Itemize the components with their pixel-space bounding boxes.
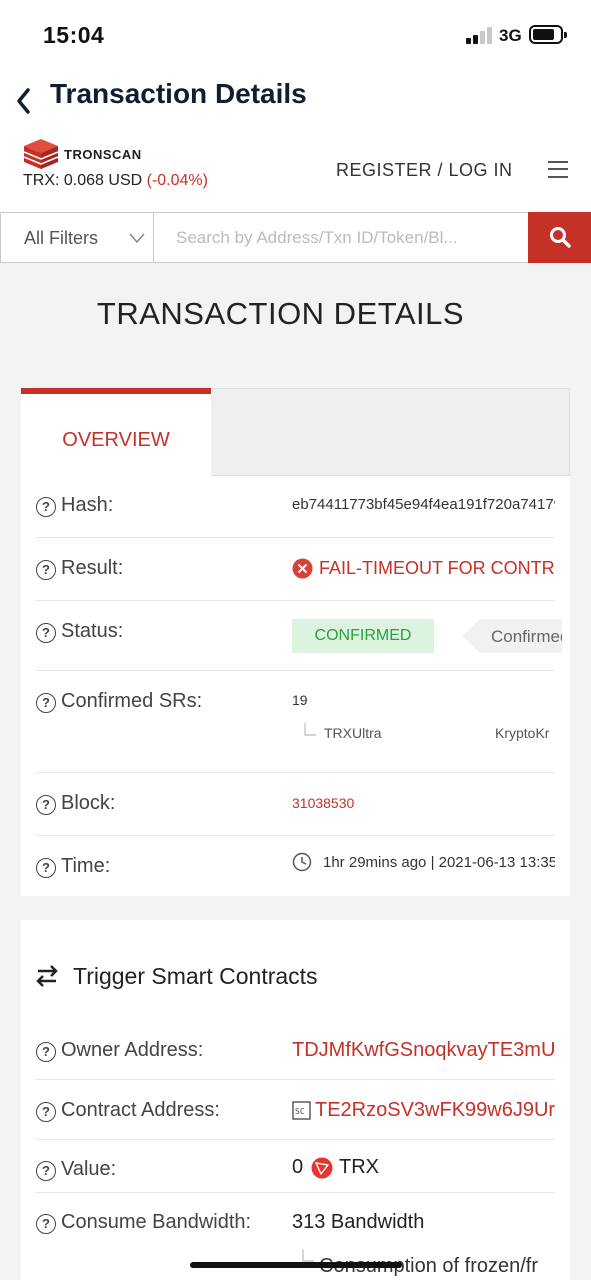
time-value: 1hr 29mins ago | 2021-06-13 13:35 <box>323 854 555 871</box>
confirmed-srs-row: ? Confirmed SRs: 19 TRXUltra KryptoKr <box>36 671 555 773</box>
price-value: 0.068 USD <box>63 172 143 189</box>
sr-name[interactable]: KryptoKr <box>495 725 555 741</box>
filter-dropdown[interactable]: All Filters <box>0 212 154 263</box>
trx-token-icon <box>311 1157 333 1179</box>
hash-label: Hash: <box>61 494 114 516</box>
block-link[interactable]: 31038530 <box>292 795 354 811</box>
tree-branch-icon <box>302 1249 314 1262</box>
hamburger-menu-icon[interactable] <box>548 161 568 178</box>
hash-row: ? Hash: eb74411773bf45e94f4ea191f720a741… <box>36 476 555 538</box>
search-placeholder: Search by Address/Txn ID/Token/Bl... <box>176 228 458 247</box>
filter-label: All Filters <box>24 228 99 248</box>
brand-name[interactable]: TRONSCAN <box>64 147 142 162</box>
status-badge: CONFIRMED <box>292 619 434 653</box>
cellular-signal-icon <box>466 27 494 44</box>
contracts-title: Trigger Smart Contracts <box>73 963 318 989</box>
search-bar: All Filters Search by Address/Txn ID/Tok… <box>0 212 591 263</box>
back-button[interactable] <box>10 78 40 114</box>
value-unit: TRX <box>339 1156 379 1178</box>
tree-branch-icon <box>304 723 316 736</box>
result-row: ? Result: FAIL-TIMEOUT FOR CONTRACT <box>36 538 555 601</box>
help-icon[interactable]: ? <box>36 1042 56 1062</box>
search-input[interactable]: Search by Address/Txn ID/Token/Bl... <box>153 212 529 263</box>
chevron-left-icon <box>17 88 30 114</box>
contract-address-row: ? Contract Address: SC TE2RzoSV3wFK99w6J… <box>36 1080 555 1140</box>
chevron-down-icon <box>129 233 145 244</box>
confirmed-srs-label: Confirmed SRs: <box>61 690 203 712</box>
time-row: ? Time: 1hr 29mins ago | 2021-06-13 13:3… <box>36 836 555 896</box>
help-icon[interactable]: ? <box>36 560 56 580</box>
value-row: ? Value: 0 TRX <box>36 1140 555 1193</box>
block-label: Block: <box>61 792 116 814</box>
tab-label: OVERVIEW <box>62 429 170 451</box>
svg-text:SC: SC <box>295 1107 305 1116</box>
register-login-link[interactable]: REGISTER / LOG IN <box>336 160 513 181</box>
overview-card: ? Hash: eb74411773bf45e94f4ea191f720a741… <box>21 476 570 896</box>
price-change: (-0.04%) <box>146 172 208 189</box>
value-label: Value: <box>61 1158 117 1180</box>
trx-price: TRX: 0.068 USD (-0.04%) <box>23 172 208 190</box>
owner-address-label: Owner Address: <box>61 1039 204 1061</box>
clock-icon <box>292 852 312 872</box>
help-icon[interactable]: ? <box>36 1161 56 1181</box>
result-label: Result: <box>61 557 124 579</box>
status-time: 15:04 <box>43 22 105 48</box>
result-value: FAIL-TIMEOUT FOR CONTRACT <box>319 558 555 578</box>
help-icon[interactable]: ? <box>36 497 56 517</box>
confirmation-step-label: Confirmed <box>491 627 570 646</box>
tab-bar: OVERVIEW <box>21 388 570 476</box>
error-icon <box>292 558 313 579</box>
contract-address-link[interactable]: TE2RzoSV3wFK99w6J9Ur <box>315 1099 555 1122</box>
transfer-arrows-icon <box>36 965 58 987</box>
help-icon[interactable]: ? <box>36 623 56 643</box>
time-label: Time: <box>61 855 111 877</box>
help-icon[interactable]: ? <box>36 1214 56 1234</box>
search-button[interactable] <box>528 212 591 263</box>
status-label: Status: <box>61 620 124 642</box>
search-icon <box>550 227 571 248</box>
value-amount: 0 <box>292 1156 304 1178</box>
smart-contract-icon: SC <box>292 1101 311 1120</box>
block-row: ? Block: 31038530 <box>36 773 555 836</box>
tab-overview[interactable]: OVERVIEW <box>21 388 211 476</box>
sr-name[interactable]: TRXUltra <box>324 725 382 741</box>
owner-address-row: ? Owner Address: TDJMfKwfGSnoqkvayTE3mUx <box>36 1020 555 1080</box>
nav-bar: Transaction Details <box>0 70 591 126</box>
help-icon[interactable]: ? <box>36 693 56 713</box>
network-type: 3G <box>499 26 522 45</box>
bandwidth-label: Consume Bandwidth: <box>61 1211 252 1233</box>
help-icon[interactable]: ? <box>36 795 56 815</box>
home-indicator[interactable] <box>190 1262 402 1268</box>
owner-address-link[interactable]: TDJMfKwfGSnoqkvayTE3mUx <box>292 1039 555 1062</box>
contracts-card: Trigger Smart Contracts ? Owner Address:… <box>21 920 570 1280</box>
site-header: TRONSCAN TRX: 0.068 USD (-0.04%) REGISTE… <box>0 126 591 212</box>
tronscan-logo-icon[interactable] <box>22 138 60 170</box>
bandwidth-value: 313 Bandwidth <box>292 1211 425 1233</box>
help-icon[interactable]: ? <box>36 1102 56 1122</box>
battery-icon <box>529 25 567 44</box>
status-row: ? Status: CONFIRMED Confirmed <box>36 601 562 671</box>
status-bar: 15:04 3G <box>0 0 591 70</box>
confirmation-step: Confirmed <box>462 619 562 653</box>
srs-count: 19 <box>292 692 308 708</box>
help-icon[interactable]: ? <box>36 858 56 878</box>
hash-value[interactable]: eb74411773bf45e94f4ea191f720a74179771 <box>292 496 555 513</box>
section-heading: TRANSACTION DETAILS <box>96 296 465 331</box>
page-title: Transaction Details <box>50 78 307 109</box>
contract-address-label: Contract Address: <box>61 1099 220 1121</box>
price-prefix: TRX: <box>23 172 60 189</box>
